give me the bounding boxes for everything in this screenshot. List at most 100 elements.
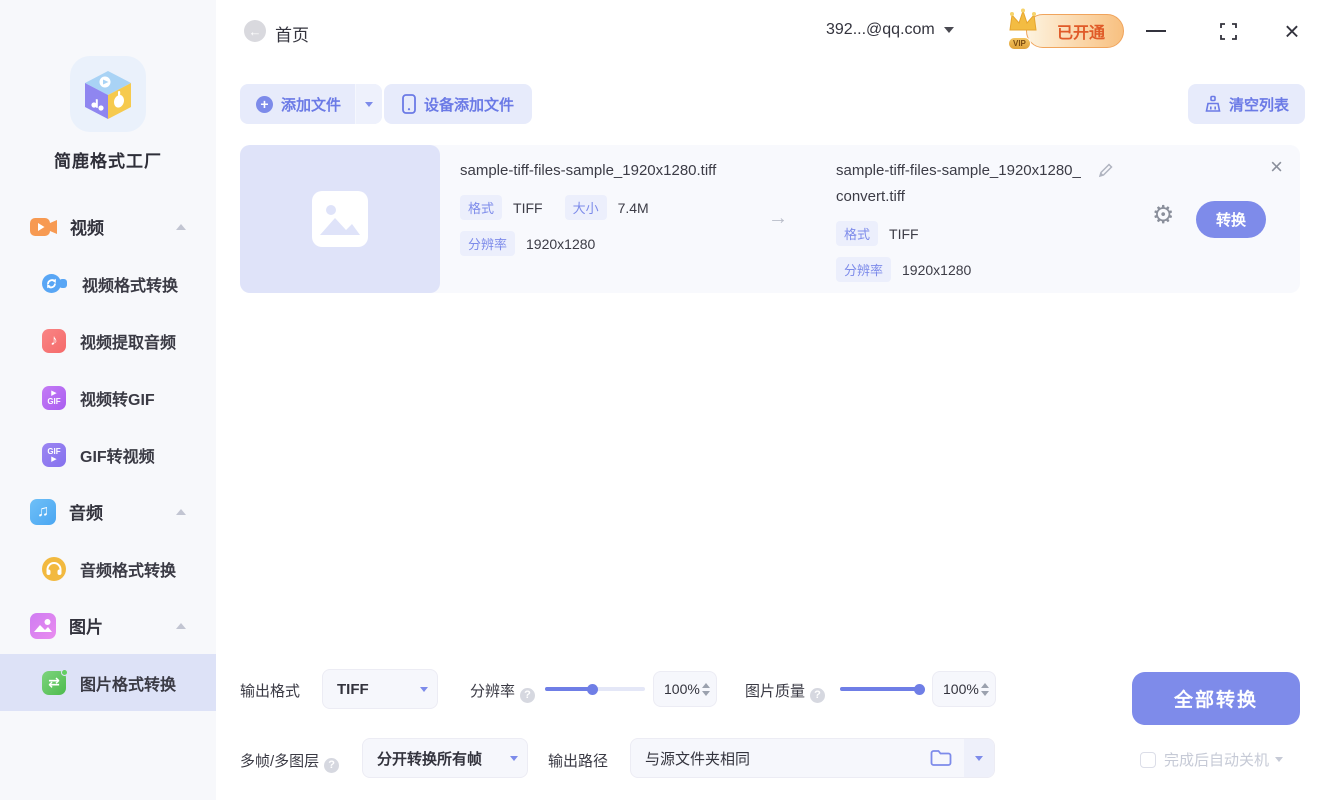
- page-title: 首页: [275, 21, 309, 46]
- image-placeholder-icon: [312, 191, 368, 247]
- shutdown-checkbox[interactable]: [1140, 752, 1156, 768]
- sidebar-item-image-convert[interactable]: ⇄ 图片格式转换: [0, 654, 216, 711]
- back-button[interactable]: ←: [244, 20, 266, 42]
- account-menu[interactable]: 392...@qq.com: [826, 21, 954, 39]
- help-icon[interactable]: ?: [810, 688, 825, 703]
- quality-percent-input[interactable]: 100%: [932, 671, 996, 707]
- row-convert-button[interactable]: 转换: [1196, 201, 1266, 238]
- phone-icon: [402, 94, 416, 114]
- format-value: TIFF: [889, 226, 919, 242]
- help-icon[interactable]: ?: [324, 758, 339, 773]
- broom-icon: [1204, 95, 1222, 113]
- sidebar-item-video-extract-audio[interactable]: ♪ 视频提取音频: [0, 312, 216, 369]
- resolution-value: 1920x1280: [526, 236, 595, 252]
- arrow-right-icon: →: [768, 207, 788, 230]
- account-email: 392...@qq.com: [826, 21, 935, 39]
- collapse-caret-icon[interactable]: [176, 623, 186, 629]
- close-button[interactable]: ×: [1272, 0, 1312, 62]
- slider-handle[interactable]: [914, 684, 925, 695]
- resolution-percent-input[interactable]: 100%: [653, 671, 717, 707]
- shutdown-after-toggle[interactable]: 完成后自动关机: [1140, 749, 1283, 770]
- quality-percent-value: 100%: [933, 681, 979, 697]
- step-down-icon[interactable]: [981, 691, 989, 696]
- sidebar-item-label: 视频转GIF: [80, 386, 155, 410]
- sidebar-item-video-to-gif[interactable]: ▶GIF 视频转GIF: [0, 369, 216, 426]
- format-tag: 格式: [836, 221, 878, 246]
- step-up-icon[interactable]: [981, 683, 989, 688]
- video-icon: [30, 217, 57, 237]
- sidebar-group-label: 图片: [69, 613, 103, 638]
- collapse-caret-icon[interactable]: [176, 509, 186, 515]
- maximize-icon: [1220, 23, 1237, 40]
- output-file-info: sample-tiff-files-sample_1920x1280_conve…: [836, 158, 1086, 282]
- sidebar-group-image[interactable]: 图片: [0, 597, 216, 654]
- vip-status-label: 已开通: [1057, 19, 1105, 43]
- minimize-button[interactable]: [1136, 0, 1176, 62]
- remove-row-icon[interactable]: ×: [1270, 156, 1283, 178]
- sidebar-item-label: 图片格式转换: [80, 671, 176, 695]
- multiframe-label: 多帧/多图层?: [240, 750, 339, 773]
- minimize-icon: [1146, 30, 1166, 32]
- app-logo-icon: [70, 56, 146, 132]
- chevron-down-icon: [975, 756, 983, 761]
- sidebar-item-label: 视频格式转换: [82, 272, 178, 296]
- resolution-tag: 分辨率: [460, 231, 515, 256]
- help-icon[interactable]: ?: [520, 688, 535, 703]
- add-files-dropdown-button[interactable]: [355, 84, 382, 124]
- resolution-tag: 分辨率: [836, 257, 891, 282]
- vip-badge[interactable]: 已开通 VIP: [1006, 11, 1124, 49]
- multiframe-select[interactable]: 分开转换所有帧: [362, 738, 528, 778]
- sidebar-group-audio[interactable]: ♫ 音频: [0, 483, 216, 540]
- topbar: ← 首页 392...@qq.com 已开通 VIP ×: [216, 0, 1326, 62]
- gif-to-video-icon: GIF▶: [42, 443, 66, 467]
- chevron-down-icon: [1275, 757, 1283, 762]
- add-from-device-label: 设备添加文件: [424, 94, 514, 115]
- file-thumbnail: [240, 145, 440, 293]
- format-tag: 格式: [460, 195, 502, 220]
- sidebar-nav: 视频 视频格式转换 ♪ 视频提取音频 ▶GIF 视频转GIF GIF▶ GIF转: [0, 172, 216, 711]
- resolution-value: 1920x1280: [902, 262, 971, 278]
- add-files-button[interactable]: + 添加文件: [240, 84, 355, 124]
- output-path-value: 与源文件夹相同: [631, 748, 930, 769]
- step-down-icon[interactable]: [702, 691, 710, 696]
- plus-icon: +: [256, 96, 273, 113]
- multiframe-value: 分开转换所有帧: [363, 748, 501, 769]
- collapse-caret-icon[interactable]: [176, 224, 186, 230]
- sidebar-item-audio-convert[interactable]: 音频格式转换: [0, 540, 216, 597]
- clear-list-label: 清空列表: [1229, 94, 1289, 115]
- sidebar-item-video-convert[interactable]: 视频格式转换: [0, 255, 216, 312]
- row-settings-gear-icon[interactable]: ⚙: [1152, 203, 1174, 228]
- chevron-down-icon: [365, 102, 373, 107]
- quality-slider[interactable]: [840, 687, 920, 691]
- output-path-dropdown-button[interactable]: [964, 738, 994, 778]
- add-from-device-button[interactable]: 设备添加文件: [384, 84, 532, 124]
- format-value: TIFF: [513, 200, 543, 216]
- sidebar: 简鹿格式工厂 视频 视频格式转换 ♪ 视频提取音频 ▶GIF 视: [0, 0, 216, 800]
- shutdown-label: 完成后自动关机: [1164, 749, 1269, 770]
- sidebar-group-video[interactable]: 视频: [0, 198, 216, 255]
- resolution-percent-value: 100%: [654, 681, 700, 697]
- sidebar-item-gif-to-video[interactable]: GIF▶ GIF转视频: [0, 426, 216, 483]
- convert-all-button[interactable]: 全部转换: [1132, 672, 1300, 725]
- chevron-down-icon: [510, 756, 518, 761]
- chevron-down-icon: [420, 687, 428, 692]
- output-path-field[interactable]: 与源文件夹相同: [630, 738, 995, 778]
- image-icon: [30, 613, 56, 639]
- sidebar-item-label: 音频格式转换: [80, 557, 176, 581]
- step-up-icon[interactable]: [702, 683, 710, 688]
- close-icon: ×: [1284, 18, 1299, 44]
- output-format-value: TIFF: [323, 681, 411, 698]
- slider-handle[interactable]: [587, 684, 598, 695]
- output-path-label: 输出路径: [548, 750, 608, 771]
- edit-name-icon[interactable]: [1098, 162, 1114, 183]
- folder-icon[interactable]: [930, 749, 964, 767]
- add-files-label: 添加文件: [281, 94, 341, 115]
- add-files-split-button: + 添加文件: [240, 84, 382, 124]
- resolution-slider[interactable]: [545, 687, 645, 691]
- sidebar-group-label: 视频: [70, 214, 104, 239]
- output-format-select[interactable]: TIFF: [322, 669, 438, 709]
- chevron-down-icon: [944, 27, 954, 33]
- maximize-button[interactable]: [1208, 0, 1248, 62]
- quality-label: 图片质量?: [745, 680, 825, 703]
- clear-list-button[interactable]: 清空列表: [1188, 84, 1305, 124]
